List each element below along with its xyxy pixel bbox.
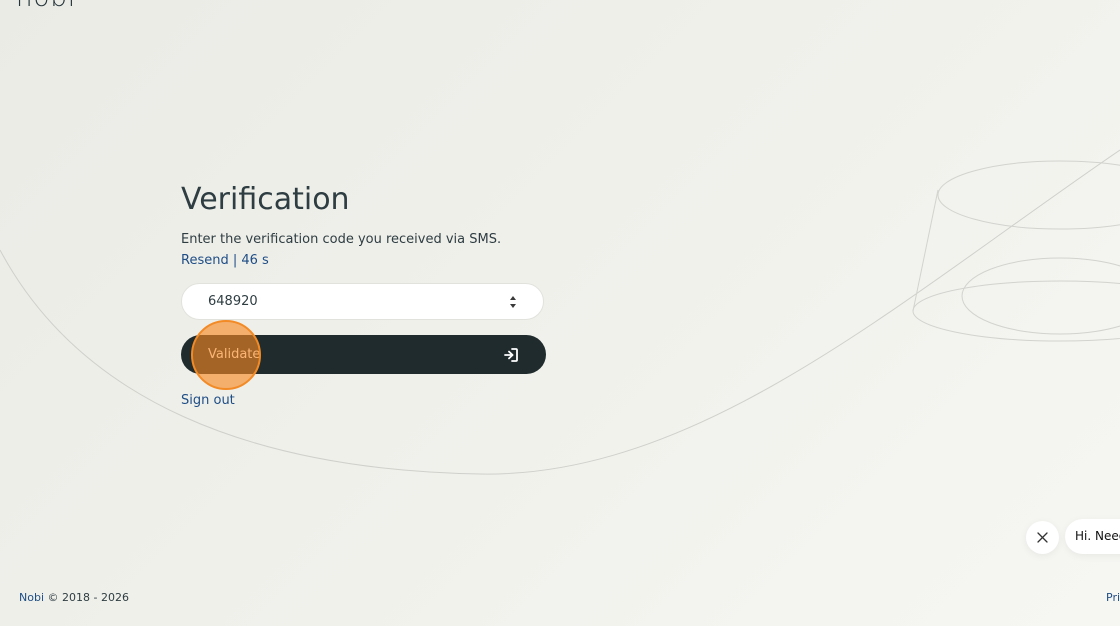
chat-greeting-text: Hi. Need [1075, 529, 1120, 543]
footer-brand-link[interactable]: Nobi [19, 591, 44, 604]
validate-button[interactable]: Validate [181, 335, 546, 374]
privacy-link[interactable]: Pri [1106, 591, 1120, 605]
login-icon [504, 348, 518, 362]
validate-button-label: Validate [208, 347, 261, 362]
nobi-logo: nobi [16, 0, 76, 11]
spinner-icon[interactable] [509, 295, 517, 309]
close-icon [1037, 532, 1048, 543]
chat-close-button[interactable] [1026, 521, 1059, 554]
footer-copyright-text: © 2018 - 2026 [44, 591, 129, 604]
verification-code-value: 648920 [208, 294, 258, 309]
page-title: Verification [181, 182, 350, 217]
chat-greeting-bubble[interactable]: Hi. Need [1065, 519, 1120, 554]
verification-code-input[interactable]: 648920 [181, 283, 544, 320]
footer-copyright: Nobi © 2018 - 2026 [19, 591, 129, 605]
sign-out-link[interactable]: Sign out [181, 392, 235, 410]
verification-instructions: Enter the verification code you received… [181, 232, 502, 247]
background-decoration [0, 149, 1120, 475]
resend-link[interactable]: Resend | 46 s [181, 252, 269, 270]
